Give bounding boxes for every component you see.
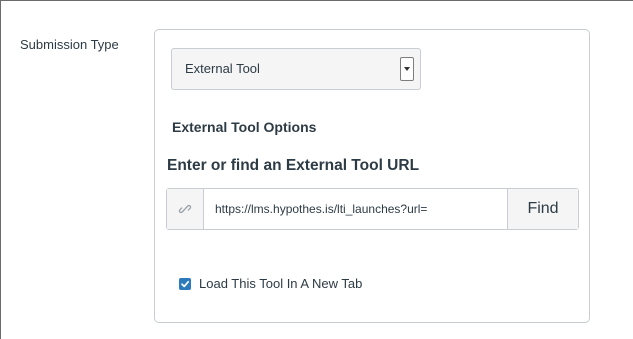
left-border-rule xyxy=(0,0,1,339)
link-icon xyxy=(167,189,204,229)
external-tool-url-input[interactable] xyxy=(205,189,506,229)
external-tool-options-heading: External Tool Options xyxy=(172,119,317,135)
new-tab-checkbox[interactable] xyxy=(179,278,191,290)
submission-type-label: Submission Type xyxy=(20,37,119,52)
submission-type-select[interactable]: External Tool xyxy=(171,48,421,90)
find-button[interactable]: Find xyxy=(507,189,578,229)
submission-type-value: External Tool xyxy=(185,61,260,76)
select-arrow-icon xyxy=(400,57,414,81)
external-tool-url-group: Find xyxy=(166,188,579,230)
external-tool-url-heading: Enter or find an External Tool URL xyxy=(167,157,420,174)
top-border-rule xyxy=(0,0,633,1)
new-tab-label: Load This Tool In A New Tab xyxy=(199,276,363,291)
